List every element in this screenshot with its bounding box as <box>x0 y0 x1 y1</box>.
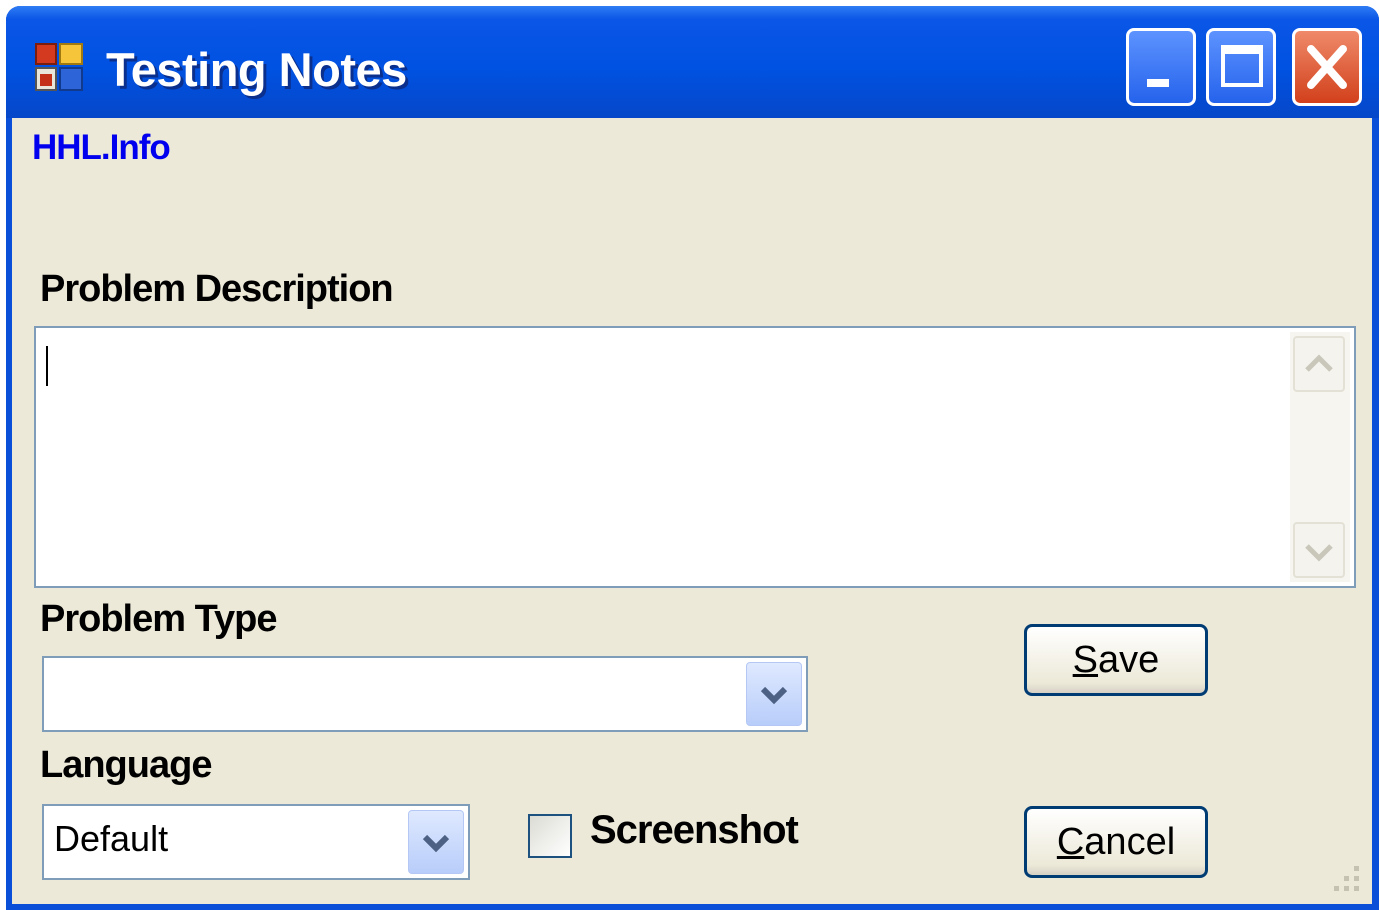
problem-type-dropdown[interactable] <box>42 656 808 732</box>
scroll-down-button[interactable] <box>1293 522 1345 578</box>
language-dropdown-button[interactable] <box>408 810 464 874</box>
client-area: HHL.Info Problem Description Problem Typ… <box>12 118 1372 904</box>
info-label: HHL.Info <box>32 128 171 167</box>
window-title: Testing Notes <box>106 43 407 96</box>
app-icon <box>35 43 83 91</box>
chevron-down-icon <box>760 686 788 705</box>
testing-notes-window: Testing Notes HHL.Info Problem Descripti… <box>6 6 1379 910</box>
maximize-button[interactable] <box>1206 28 1276 106</box>
cancel-button[interactable]: Cancel <box>1024 806 1208 878</box>
text-caret <box>46 346 48 386</box>
problem-type-dropdown-button[interactable] <box>746 662 802 726</box>
problem-description-textarea[interactable] <box>34 326 1356 588</box>
problem-type-label: Problem Type <box>40 598 277 640</box>
scroll-up-button[interactable] <box>1293 336 1345 392</box>
maximize-icon <box>1221 45 1263 87</box>
minimize-icon <box>1147 79 1169 87</box>
vertical-scrollbar[interactable] <box>1290 332 1350 582</box>
save-button[interactable]: Save <box>1024 624 1208 696</box>
save-mnemonic: S <box>1072 639 1099 681</box>
chevron-down-icon <box>422 834 450 853</box>
title-bar[interactable]: Testing Notes <box>6 6 1379 118</box>
resize-grip-icon[interactable] <box>1324 858 1364 898</box>
screenshot-label[interactable]: Screenshot <box>590 808 799 853</box>
save-label-rest: ave <box>1098 639 1160 681</box>
close-icon <box>1307 45 1347 89</box>
chevron-down-icon <box>1305 544 1333 562</box>
language-label: Language <box>40 744 212 786</box>
screenshot-checkbox[interactable] <box>528 814 572 858</box>
problem-description-label: Problem Description <box>40 268 394 310</box>
language-value: Default <box>54 818 169 859</box>
minimize-button[interactable] <box>1126 28 1196 106</box>
chevron-up-icon <box>1305 354 1333 372</box>
close-button[interactable] <box>1292 28 1362 106</box>
cancel-label-rest: ancel <box>1084 821 1176 863</box>
cancel-mnemonic: C <box>1056 821 1085 863</box>
language-dropdown[interactable]: Default <box>42 804 470 880</box>
